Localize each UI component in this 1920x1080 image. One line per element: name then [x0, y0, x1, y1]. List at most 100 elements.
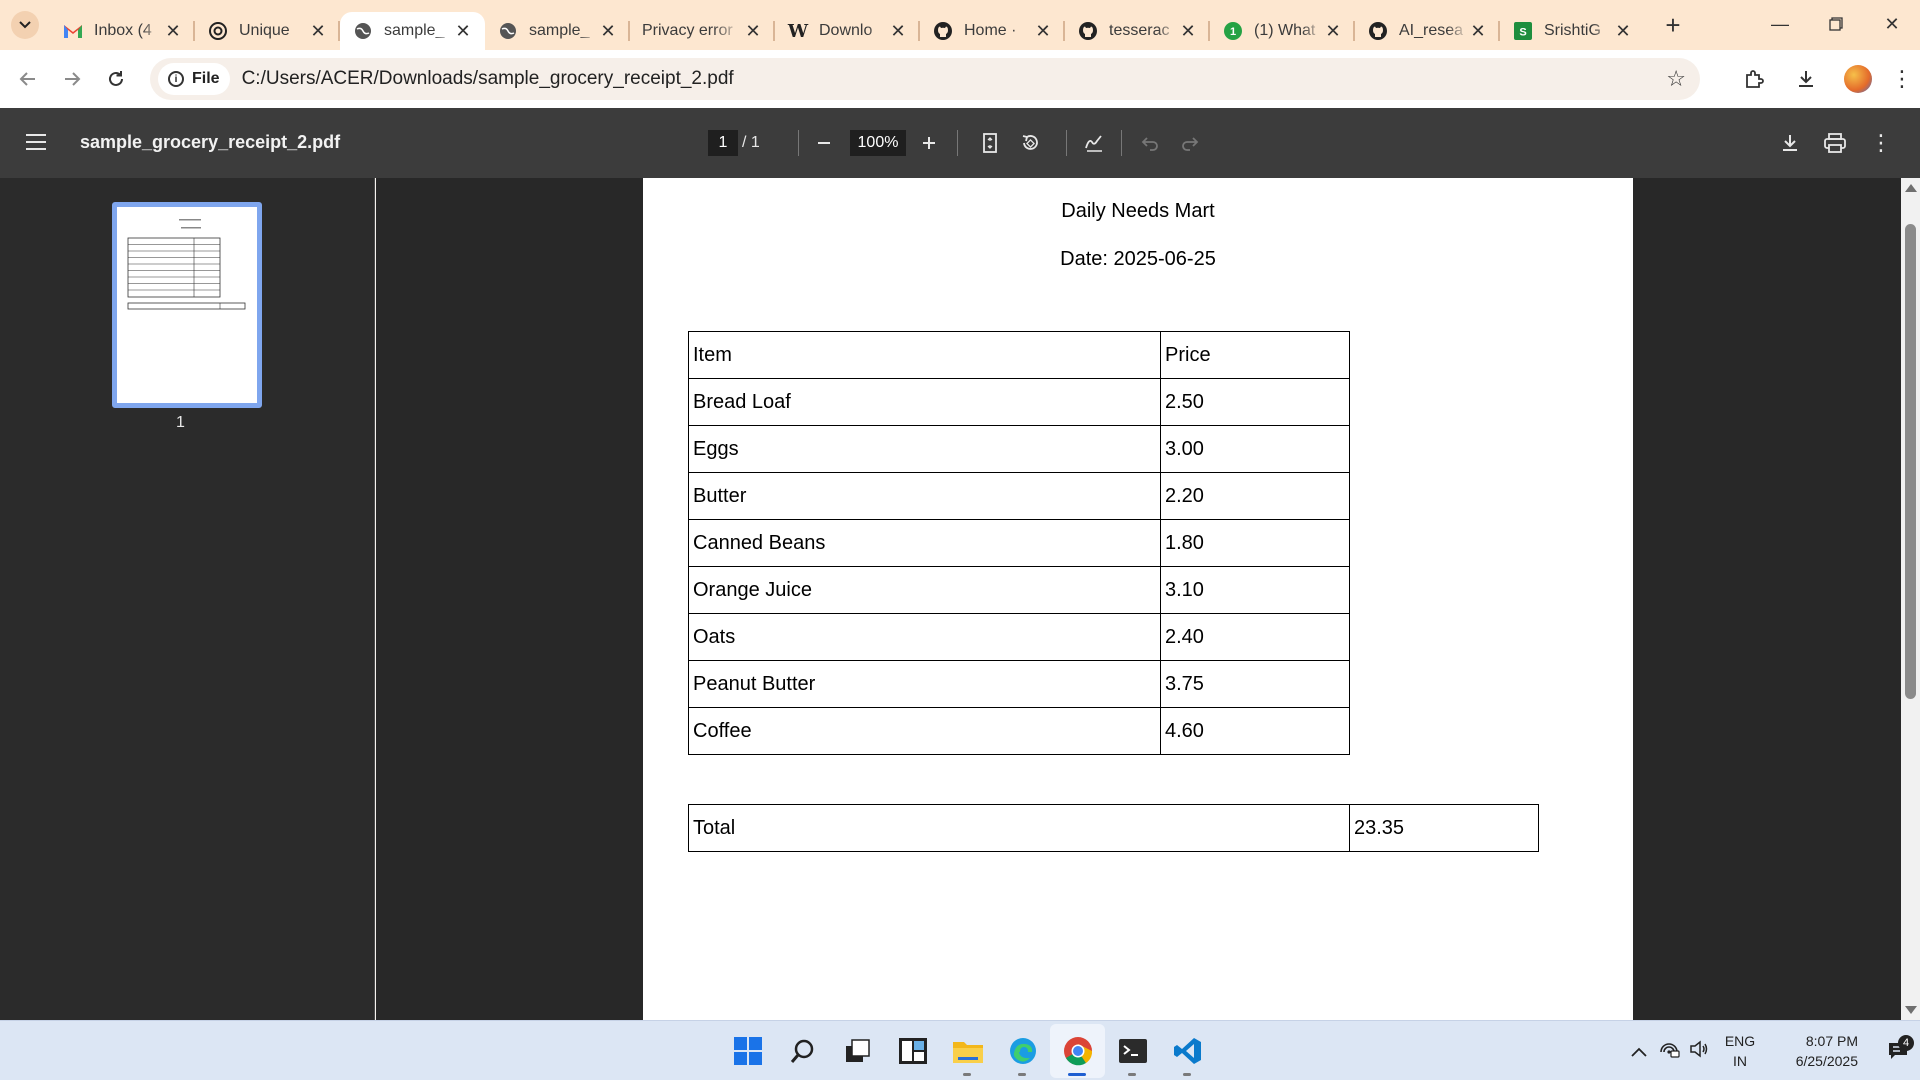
terminal-button[interactable] [1105, 1024, 1160, 1078]
close-icon[interactable]: ✕ [1468, 21, 1488, 41]
reload-button[interactable] [94, 57, 138, 101]
item-price: 2.40 [1160, 613, 1350, 661]
sidebar-toggle-menu-icon[interactable] [26, 134, 46, 155]
column-header-item: Item [688, 331, 1161, 379]
downloads-button[interactable] [1780, 57, 1832, 101]
close-icon[interactable]: ✕ [598, 21, 618, 41]
tab-ai-research[interactable]: AI_resea ✕ [1355, 12, 1500, 50]
language-code: ENG [1724, 1033, 1756, 1049]
url-text[interactable]: C:/Users/ACER/Downloads/sample_grocery_r… [242, 68, 734, 90]
vscode-icon [1173, 1038, 1201, 1064]
file-explorer-button[interactable] [940, 1024, 995, 1078]
extensions-button[interactable] [1728, 57, 1780, 101]
pdf-more-menu-button[interactable]: ⋮ [1866, 128, 1896, 158]
page-number-input[interactable]: 1 [708, 130, 738, 156]
bookmark-star-icon[interactable]: ☆ [1666, 66, 1686, 92]
pdf-toolbar: sample_grocery_receipt_2.pdf 1 / 1 100% … [0, 108, 1920, 178]
document-viewport[interactable]: Daily Needs Mart Date: 2025-06-25 Item P… [376, 178, 1901, 1020]
globe-icon [497, 20, 519, 42]
tab-search-button[interactable] [0, 0, 50, 50]
scroll-down-arrow-icon[interactable] [1905, 1006, 1917, 1014]
vertical-scrollbar[interactable] [1901, 178, 1920, 1020]
close-icon[interactable]: ✕ [1033, 21, 1053, 41]
chevron-up-icon[interactable] [1624, 1041, 1654, 1062]
close-icon[interactable]: ✕ [453, 21, 473, 41]
toolbar-divider [1121, 130, 1122, 156]
tab-pdf-2[interactable]: sample_ ✕ [485, 12, 630, 50]
undo-button[interactable] [1135, 128, 1165, 158]
input-language-indicator[interactable]: ENG IN [1714, 1031, 1766, 1071]
document-title: sample_grocery_receipt_2.pdf [80, 132, 341, 152]
fit-page-button[interactable] [975, 128, 1005, 158]
draw-annotation-button[interactable] [1079, 128, 1109, 158]
notification-center-button[interactable]: 4 [1876, 1035, 1920, 1061]
zoom-level-input[interactable]: 100% [850, 130, 906, 156]
tab-tesseract[interactable]: tesserac ✕ [1065, 12, 1210, 50]
pdf-download-button[interactable] [1775, 128, 1805, 158]
table-header-row: Item Price [688, 331, 1350, 379]
tab-title: Privacy error [642, 22, 733, 39]
zoom-out-button[interactable] [809, 128, 839, 158]
close-icon[interactable]: ✕ [1323, 21, 1343, 41]
restore-button[interactable] [1808, 0, 1864, 48]
tab-gmail[interactable]: Inbox (4 ✕ [50, 12, 195, 50]
zoom-in-button[interactable] [914, 128, 944, 158]
tab-openai[interactable]: Unique ✕ [195, 12, 340, 50]
scroll-up-arrow-icon[interactable] [1905, 184, 1917, 192]
clock[interactable]: 8:07 PM 6/25/2025 [1766, 1031, 1876, 1071]
table-row: Bread Loaf 2.50 [688, 378, 1350, 426]
page-thumbnail[interactable] [112, 202, 262, 408]
tab-sheets[interactable]: S SrishtiG ✕ [1500, 12, 1645, 50]
window-controls: — ✕ [1752, 0, 1920, 48]
profile-avatar[interactable] [1844, 65, 1872, 93]
minimize-button[interactable]: — [1752, 0, 1808, 48]
close-icon[interactable]: ✕ [743, 21, 763, 41]
volume-icon[interactable] [1684, 1039, 1714, 1063]
scrollbar-thumb[interactable] [1905, 224, 1916, 699]
tab-privacy-error[interactable]: Privacy error ✕ [630, 12, 775, 50]
item-price: 3.75 [1160, 660, 1350, 708]
taskbar-search-button[interactable] [775, 1024, 830, 1078]
github-icon [1367, 20, 1389, 42]
table-row: Coffee 4.60 [688, 707, 1350, 755]
github-icon [1077, 20, 1099, 42]
folder-icon [952, 1042, 983, 1063]
toolbar-divider [1066, 130, 1067, 156]
tab-github-home[interactable]: Home · ✕ [920, 12, 1065, 50]
rotate-button[interactable] [1015, 128, 1045, 158]
close-icon[interactable]: ✕ [1613, 21, 1633, 41]
item-price: 2.50 [1160, 378, 1350, 426]
item-name: Canned Beans [688, 519, 1161, 567]
address-bar[interactable]: i File C:/Users/ACER/Downloads/sample_gr… [150, 58, 1700, 100]
redo-button[interactable] [1175, 128, 1205, 158]
close-icon[interactable]: ✕ [308, 21, 328, 41]
task-view-button[interactable] [830, 1024, 885, 1078]
forward-button[interactable] [50, 57, 94, 101]
close-icon[interactable]: ✕ [163, 21, 183, 41]
new-tab-button[interactable]: + [1651, 3, 1695, 47]
chrome-button[interactable] [1050, 1024, 1105, 1078]
close-icon[interactable]: ✕ [1178, 21, 1198, 41]
thumbnail-page-number: 1 [176, 414, 185, 431]
system-tray: ENG IN 8:07 PM 6/25/2025 4 [1624, 1021, 1920, 1080]
svg-text:S: S [1519, 27, 1526, 39]
tab-whatsapp[interactable]: 1 (1) What ✕ [1210, 12, 1355, 50]
tab-title: Home · [964, 22, 1017, 39]
thumbnail-page-preview [121, 211, 253, 399]
tab-strip: Inbox (4 ✕ Unique ✕ sample_ ✕ sample_ ✕ [0, 0, 1920, 50]
back-button[interactable] [6, 57, 50, 101]
terminal-icon [1118, 1039, 1147, 1063]
start-button[interactable] [720, 1024, 775, 1078]
edge-button[interactable] [995, 1024, 1050, 1078]
browser-menu-button[interactable]: ⋮ [1884, 57, 1920, 101]
widgets-button[interactable] [885, 1024, 940, 1078]
close-icon[interactable]: ✕ [888, 21, 908, 41]
network-icon[interactable] [1654, 1040, 1684, 1063]
chrome-icon [1063, 1037, 1092, 1066]
site-info-chip[interactable]: i File [158, 63, 230, 95]
vscode-button[interactable] [1160, 1024, 1215, 1078]
tab-active-pdf[interactable]: sample_ ✕ [340, 12, 485, 50]
print-button[interactable] [1820, 128, 1850, 158]
close-window-button[interactable]: ✕ [1864, 0, 1920, 48]
tab-wikipedia[interactable]: W Downlo ✕ [775, 12, 920, 50]
